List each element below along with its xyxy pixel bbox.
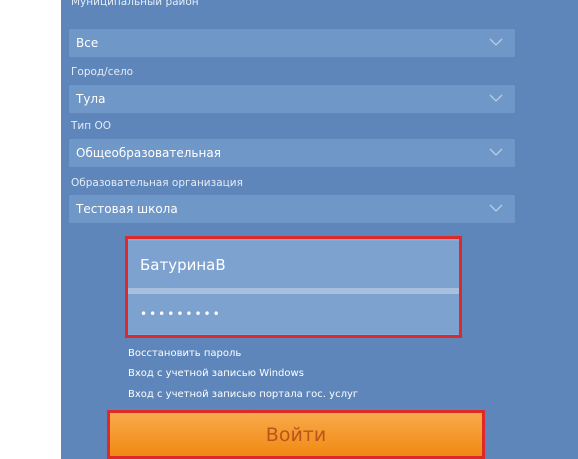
chevron-down-icon xyxy=(489,204,503,212)
city-select[interactable]: Тула xyxy=(69,85,515,113)
organization-select[interactable]: Тестовая школа xyxy=(69,195,515,223)
org-type-select[interactable]: Общеобразовательная xyxy=(69,139,515,167)
restore-password-link[interactable]: Восстановить пароль xyxy=(128,348,241,360)
city-label: Город/село xyxy=(71,66,134,78)
credentials-group: БатуринаВ ••••••••• xyxy=(125,236,462,338)
username-field[interactable]: БатуринаВ xyxy=(128,241,459,288)
district-label: Муниципальный район xyxy=(71,0,199,8)
org-type-label: Тип ОО xyxy=(71,120,111,132)
password-field[interactable]: ••••••••• xyxy=(128,294,459,334)
login-button-label: Войти xyxy=(265,423,327,446)
username-value: БатуринаВ xyxy=(140,255,226,274)
city-value: Тула xyxy=(76,92,106,106)
chevron-down-icon xyxy=(489,94,503,102)
windows-login-link[interactable]: Вход с учетной записью Windows xyxy=(128,368,304,380)
organization-label: Образовательная организация xyxy=(71,177,243,189)
organization-value: Тестовая школа xyxy=(76,202,178,216)
chevron-down-icon xyxy=(489,148,503,156)
gosuslugi-login-link[interactable]: Вход с учетной записью портала гос. услу… xyxy=(128,389,358,401)
login-button[interactable]: Войти xyxy=(107,410,485,459)
district-select[interactable]: Все xyxy=(69,29,515,57)
org-type-value: Общеобразовательная xyxy=(76,146,221,160)
password-mask: ••••••••• xyxy=(140,307,222,321)
login-panel: Муниципальный район Все Город/село Тула … xyxy=(61,0,578,459)
chevron-down-icon xyxy=(489,38,503,46)
district-value: Все xyxy=(76,36,99,50)
